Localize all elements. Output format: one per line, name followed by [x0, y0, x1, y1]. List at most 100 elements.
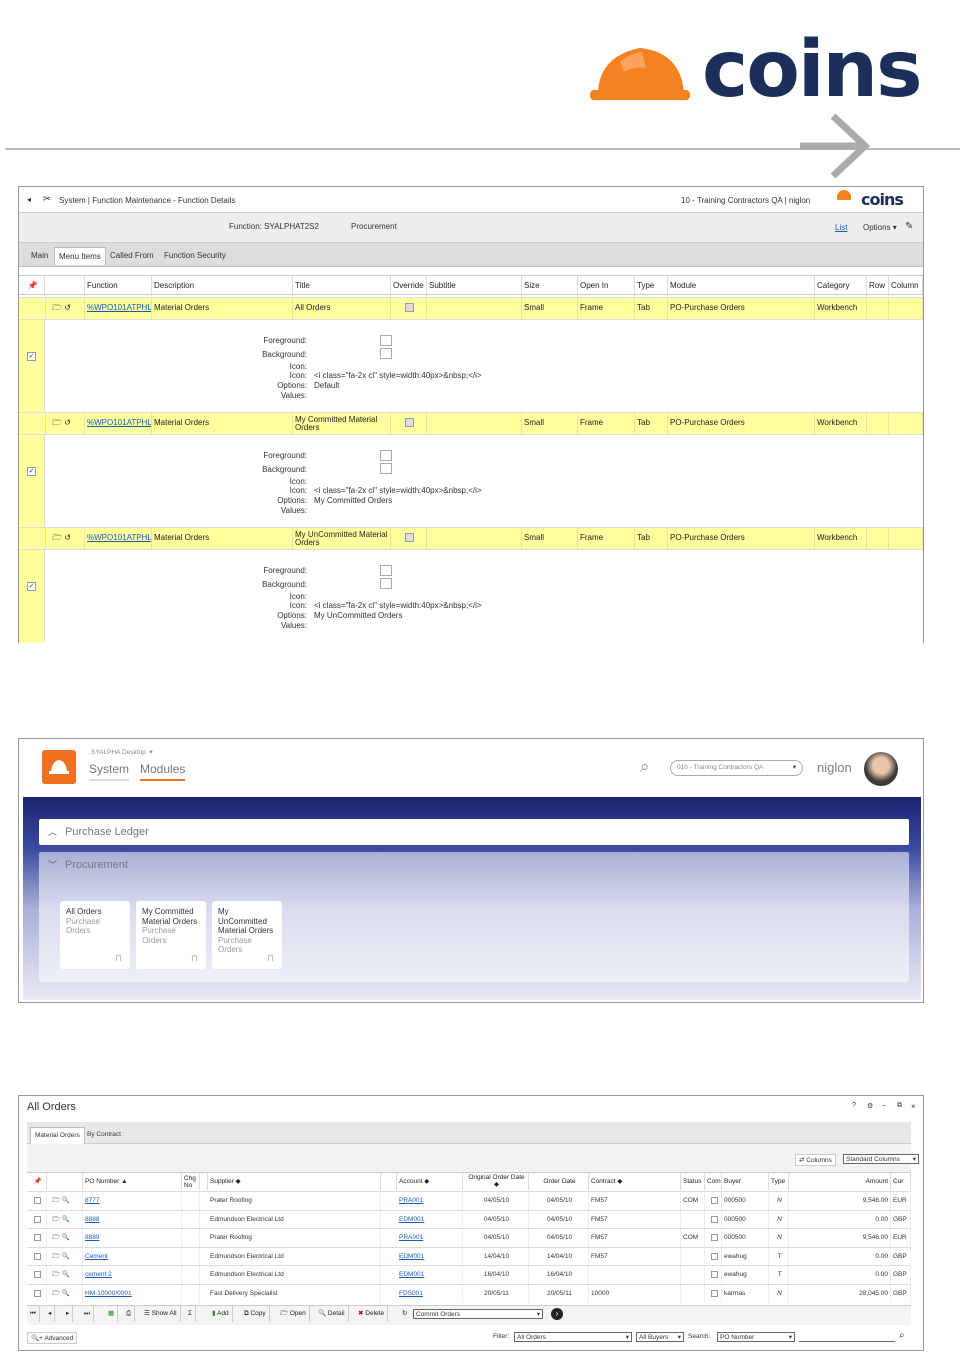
col-status[interactable]: Status [681, 1173, 705, 1190]
search-field-select[interactable]: PO Number ▾ [717, 1332, 795, 1342]
background-color[interactable] [380, 463, 392, 474]
override-checkbox[interactable] [391, 298, 427, 320]
row-select-checkbox[interactable] [27, 1210, 47, 1229]
folder-open-icon[interactable]: 🗁 [52, 1234, 60, 1241]
col-amount[interactable]: Amount [789, 1173, 891, 1190]
background-color[interactable] [380, 578, 392, 589]
account-link[interactable]: EDM001 [397, 1266, 463, 1284]
function-link[interactable]: %WPO101ATPHL [85, 298, 152, 320]
account-link[interactable]: PRA001 [397, 1229, 463, 1247]
detail-icon[interactable]: 🔍 [62, 1290, 70, 1297]
table-row[interactable]: 🗁 🔍 cement 2 Edmundson Electrical Ltd EDM00… [27, 1265, 911, 1284]
columns-select[interactable]: Standard Columns ▾ [843, 1154, 919, 1164]
function-link[interactable]: %WPO101ATPHL [85, 528, 152, 550]
desktop-selector[interactable]: SYALPHA Desktop ▾ [91, 748, 153, 756]
popout-icon[interactable]: ⧉ [897, 1102, 902, 1110]
edit-pencil-icon[interactable]: ✎ [905, 221, 913, 232]
print-icon[interactable]: ⎙ [123, 1306, 136, 1322]
close-icon[interactable]: × [911, 1102, 916, 1111]
back-icon[interactable]: ◂ [27, 195, 31, 204]
tab-function-security[interactable]: Function Security [160, 247, 230, 265]
subtitle-cell[interactable] [427, 298, 522, 320]
folder-open-icon[interactable]: 🗁 [52, 1197, 60, 1204]
section-purchase-ledger[interactable]: ︿ Purchase Ledger [39, 819, 909, 845]
override-checkbox[interactable] [391, 413, 427, 435]
list-link[interactable]: List [835, 223, 847, 232]
override-checkbox[interactable] [391, 528, 427, 550]
row-select-checkbox[interactable] [27, 1192, 47, 1210]
col-supplier[interactable]: Supplier ◆ [208, 1173, 381, 1190]
account-link[interactable]: EDM001 [397, 1210, 463, 1229]
account-link[interactable]: EDM001 [397, 1247, 463, 1266]
expand-checkbox[interactable]: ✓ [27, 467, 36, 476]
expand-checkbox[interactable]: ✓ [27, 582, 36, 591]
col-row[interactable]: Row [867, 276, 889, 296]
delete-button[interactable]: ✖ Delete [355, 1306, 389, 1322]
folder-open-icon[interactable]: 🗁 [52, 1290, 60, 1297]
icon-value[interactable]: <i class="fa-2x cl" style=width:40px>&nb… [314, 601, 482, 610]
detail-button[interactable]: 🔍 Detail [315, 1306, 349, 1322]
refresh-icon[interactable]: ↻ [399, 1306, 410, 1322]
search-icon[interactable]: ⌕ [640, 757, 650, 777]
foreground-color[interactable] [380, 450, 392, 461]
col-contract[interactable]: Contract ◆ [589, 1173, 681, 1190]
icon-value[interactable]: <i class="fa-2x cl" style=width:40px>&nb… [314, 486, 482, 495]
table-row[interactable]: 🗁 🔍 8777 Prater Roofing PRA001 04/05/10 04/05… [27, 1191, 911, 1210]
tab-by-contract[interactable]: By Contract [87, 1131, 121, 1138]
col-account[interactable]: Account ◆ [397, 1173, 463, 1190]
row-select-checkbox[interactable] [27, 1229, 47, 1247]
com-checkbox[interactable] [705, 1229, 722, 1247]
options-value[interactable]: My UnCommitted Orders [314, 611, 402, 620]
col-cur[interactable]: Cur [891, 1173, 911, 1190]
username[interactable]: niglon [817, 760, 852, 775]
row-cell[interactable] [867, 298, 889, 320]
folder-open-icon[interactable]: 🗁 [52, 1271, 60, 1278]
pin-icon[interactable]: 📌 [27, 1173, 47, 1190]
category-cell[interactable]: Workbench [815, 413, 867, 435]
col-module[interactable]: Module [668, 276, 815, 296]
com-checkbox[interactable] [705, 1266, 722, 1284]
table-row[interactable]: 🗁 ↺ %WPO101ATPHL Material Orders My UnCo… [19, 527, 923, 550]
column-cell[interactable] [889, 528, 923, 550]
row-select-checkbox[interactable] [27, 1284, 47, 1303]
column-cell[interactable] [889, 413, 923, 435]
row-cell[interactable] [867, 413, 889, 435]
col-description[interactable]: Description [152, 276, 293, 296]
undo-icon[interactable]: ↺ [64, 533, 71, 542]
advanced-search-button[interactable]: 🔍+ Advanced [27, 1332, 78, 1344]
account-link[interactable]: PRA001 [397, 1192, 463, 1210]
add-button[interactable]: ▮ Add [209, 1306, 233, 1322]
tab-menu-items[interactable]: Menu Items [54, 247, 106, 265]
copy-button[interactable]: ⧉ Copy [241, 1306, 270, 1322]
table-row[interactable]: 🗁 🔍 8888 Edmundson Electrical Ltd EDM001 04/… [27, 1209, 911, 1229]
type-cell[interactable]: Tab [635, 298, 668, 320]
col-override[interactable]: Override [391, 276, 427, 296]
company-select[interactable]: 010 - Training Contractors QA ▾ [670, 760, 803, 776]
app-logo[interactable] [42, 750, 76, 784]
col-original-order-date[interactable]: Original Order Date ◆ [463, 1173, 529, 1190]
type-cell[interactable]: Tab [635, 413, 668, 435]
title-cell[interactable]: My UnCommitted Material Orders [293, 528, 391, 550]
icon-value[interactable]: <i class="fa-2x cl" style=width:40px>&nb… [314, 371, 482, 380]
po-number-link[interactable]: HM-10000/0001 [83, 1284, 182, 1303]
first-page-icon[interactable]: ⏮ [27, 1306, 40, 1322]
table-row[interactable]: 🗁 🔍 HM-10000/0001 Fast Delivery Specialist… [27, 1283, 911, 1303]
table-row[interactable]: 🗁 🔍 8889 Prater Roofing PRA001 04/05/10 04/05… [27, 1228, 911, 1247]
po-number-link[interactable]: Cement [83, 1247, 182, 1266]
col-type[interactable]: Type [769, 1173, 789, 1190]
pin-icon[interactable]: 📌 [19, 276, 45, 296]
po-number-link[interactable]: 8777 [83, 1192, 182, 1210]
nav-system[interactable]: System [89, 762, 130, 781]
nav-modules[interactable]: Modules [140, 762, 186, 781]
export-excel-icon[interactable]: ▦ [105, 1306, 119, 1322]
foreground-color[interactable] [380, 335, 392, 346]
col-open-in[interactable]: Open In [578, 276, 635, 296]
table-row[interactable]: 🗁 ↺ %WPO101ATPHL Material Orders My Comm… [19, 412, 923, 435]
tab-main[interactable]: Main [27, 247, 52, 265]
col-function[interactable]: Function [85, 276, 152, 296]
open-in-cell[interactable]: Frame [578, 528, 635, 550]
detail-icon[interactable]: 🔍 [62, 1197, 70, 1204]
expand-checkbox[interactable]: ✓ [27, 352, 36, 361]
col-type[interactable]: Type [635, 276, 668, 296]
show-all-button[interactable]: ☰ Show All [141, 1306, 181, 1322]
